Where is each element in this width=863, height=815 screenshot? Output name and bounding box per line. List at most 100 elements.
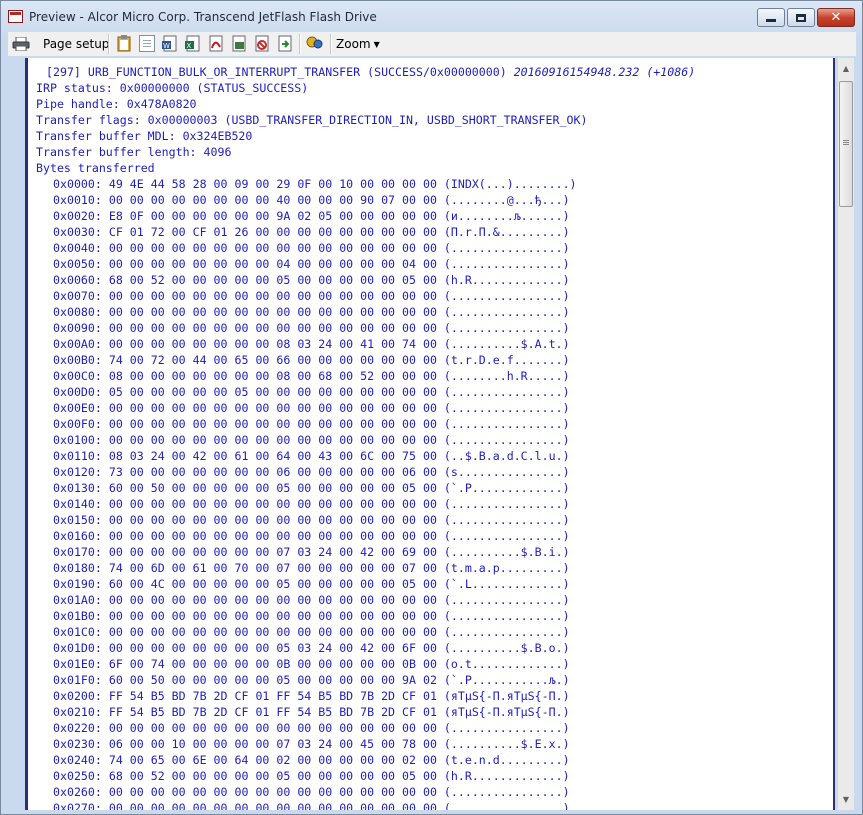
copy-icon[interactable] [139, 35, 155, 52]
hex-ascii: (`.P.............) [443, 481, 570, 495]
hex-row: 0x0150: 00 00 00 00 00 00 00 00 00 00 00… [53, 512, 570, 528]
hex-ascii: (................) [443, 721, 570, 735]
hex-address: 0x00A0: [53, 337, 102, 351]
hex-row: 0x0090: 00 00 00 00 00 00 00 00 00 00 00… [53, 320, 570, 336]
hex-row: 0x0000: 49 4E 44 58 28 00 09 00 29 0F 00… [53, 176, 577, 192]
excel-icon[interactable]: X [185, 35, 201, 52]
hex-bytes: 00 00 00 00 00 00 00 00 00 00 00 00 00 0… [108, 321, 437, 335]
hex-bytes: FF 54 B5 BD 7B 2D CF 01 FF 54 B5 BD 7B 2… [108, 689, 437, 703]
toolbar-separator [108, 34, 110, 54]
title-bar[interactable]: Preview - Alcor Micro Corp. Transcend Je… [1, 1, 862, 31]
printer-icon[interactable] [12, 36, 30, 52]
hex-row: 0x0030: CF 01 72 00 CF 01 26 00 00 00 00… [53, 224, 570, 240]
scroll-up-arrow-icon[interactable]: ▲ [838, 60, 854, 77]
hex-bytes: 00 00 00 00 00 00 00 00 00 00 00 00 00 0… [108, 593, 437, 607]
hex-address: 0x0010: [53, 193, 102, 207]
hex-row: 0x01F0: 60 00 50 00 00 00 00 00 05 00 00… [53, 672, 570, 688]
hex-bytes: 00 00 00 00 00 00 00 00 00 00 00 00 00 0… [108, 497, 437, 511]
hex-bytes: 49 4E 44 58 28 00 09 00 29 0F 00 10 00 0… [108, 177, 437, 191]
preview-content[interactable]: [297] URB_FUNCTION_BULK_OR_INTERRUPT_TRA… [25, 58, 835, 810]
hex-ascii: (................) [443, 241, 570, 255]
hex-bytes: 00 00 00 00 00 00 00 00 00 00 00 00 00 0… [108, 529, 437, 543]
page-setup-button[interactable]: Page setup [43, 37, 109, 51]
hex-bytes: 68 00 52 00 00 00 00 00 05 00 00 00 00 0… [108, 273, 437, 287]
hex-ascii: (................) [443, 289, 570, 303]
hex-ascii: (................) [443, 385, 570, 399]
zoom-dropdown[interactable]: Zoom ▼ [336, 37, 380, 51]
hex-bytes: 08 03 24 00 42 00 61 00 64 00 43 00 6C 0… [108, 449, 437, 463]
hex-bytes: 6F 00 74 00 00 00 00 00 0B 00 00 00 00 0… [108, 657, 437, 671]
hex-bytes: 05 00 00 00 00 00 05 00 00 00 00 00 00 0… [108, 385, 437, 399]
hex-bytes: 00 00 00 00 00 00 00 00 00 00 00 00 00 0… [108, 609, 437, 623]
html-icon[interactable] [254, 35, 270, 52]
maximize-button[interactable] [787, 8, 815, 27]
hex-bytes: 00 00 00 00 00 00 00 00 00 00 00 00 00 0… [108, 289, 437, 303]
hex-ascii: (........h.R.....) [443, 369, 570, 383]
hex-bytes: 00 00 00 00 00 00 00 00 00 00 00 00 00 0… [108, 785, 437, 799]
hex-bytes: FF 54 B5 BD 7B 2D CF 01 FF 54 B5 BD 7B 2… [108, 705, 437, 719]
hex-row: 0x0260: 00 00 00 00 00 00 00 00 00 00 00… [53, 784, 570, 800]
hex-bytes: 00 00 00 00 00 00 00 00 08 03 24 00 41 0… [108, 337, 437, 351]
hex-address: 0x0160: [53, 529, 102, 543]
close-icon: ✕ [830, 10, 842, 25]
options-icon[interactable] [305, 35, 325, 52]
transfer-buffer-length: Transfer buffer length: 4096 [36, 145, 232, 159]
hex-address: 0x0080: [53, 305, 102, 319]
hex-row: 0x0160: 00 00 00 00 00 00 00 00 00 00 00… [53, 528, 570, 544]
hex-row: 0x0190: 60 00 4C 00 00 00 00 00 05 00 00… [53, 576, 570, 592]
hex-ascii: (................) [443, 305, 570, 319]
scrollbar-thumb[interactable] [839, 81, 853, 207]
hex-bytes: 00 00 00 00 00 00 00 00 00 00 00 00 00 0… [108, 625, 437, 639]
hex-ascii: (................) [443, 625, 570, 639]
hex-ascii: (..........$.E.x.) [443, 737, 570, 751]
text-icon[interactable] [231, 35, 247, 52]
hex-bytes: 00 00 00 00 00 00 00 00 00 00 00 00 00 0… [108, 305, 437, 319]
hex-ascii: (П.r.П.&.........) [443, 225, 570, 239]
hex-address: 0x0200: [53, 689, 102, 703]
hex-ascii: (и........љ......) [443, 209, 570, 223]
export-icon[interactable] [277, 35, 293, 52]
hex-row: 0x0010: 00 00 00 00 00 00 00 00 40 00 00… [53, 192, 570, 208]
svg-text:X: X [187, 42, 192, 50]
pdf-icon[interactable] [208, 35, 224, 52]
scroll-down-arrow-icon[interactable]: ▼ [838, 791, 854, 808]
hex-ascii: (..........$.B.i.) [443, 545, 570, 559]
hex-address: 0x0230: [53, 737, 102, 751]
hex-bytes: 00 00 00 00 00 00 00 00 07 03 24 00 42 0… [108, 545, 437, 559]
hex-row: 0x00C0: 08 00 00 00 00 00 00 00 08 00 68… [53, 368, 570, 384]
window-title: Preview - Alcor Micro Corp. Transcend Je… [29, 10, 377, 24]
hex-ascii: (яTµЅ{-П.яTµЅ{-П.) [443, 705, 570, 719]
hex-address: 0x0220: [53, 721, 102, 735]
hex-row: 0x0100: 00 00 00 00 00 00 00 00 00 00 00… [53, 432, 570, 448]
hex-bytes: 00 00 00 00 00 00 00 00 05 03 24 00 42 0… [108, 641, 437, 655]
hex-row: 0x0240: 74 00 65 00 6E 00 64 00 02 00 00… [53, 752, 570, 768]
hex-bytes: 00 00 00 00 00 00 00 00 00 00 00 00 00 0… [108, 241, 437, 255]
toolbar: Page setup W X Zoom ▼ [8, 32, 856, 56]
hex-row: 0x0050: 00 00 00 00 00 00 00 00 04 00 00… [53, 256, 570, 272]
hex-address: 0x01C0: [53, 625, 102, 639]
hex-ascii: (яTµЅ{-П.яTµЅ{-П.) [443, 689, 570, 703]
hex-address: 0x0000: [53, 177, 102, 191]
hex-address: 0x0190: [53, 577, 102, 591]
request-status: (SUCCESS/0x00000000) [367, 65, 507, 79]
svg-text:W: W [163, 42, 170, 50]
toolbar-separator [330, 34, 332, 54]
minimize-button[interactable] [757, 8, 785, 27]
hex-bytes: 00 00 00 00 00 00 00 00 00 00 00 00 00 0… [108, 417, 437, 431]
hex-ascii: (t.e.n.d.........) [443, 753, 570, 767]
word-icon[interactable]: W [162, 35, 178, 52]
transfer-flags: Transfer flags: 0x00000003 (USBD_TRANSFE… [36, 113, 588, 127]
hex-row: 0x0200: FF 54 B5 BD 7B 2D CF 01 FF 54 B5… [53, 688, 570, 704]
hex-address: 0x00F0: [53, 417, 102, 431]
clipboard-icon[interactable] [116, 35, 132, 52]
vertical-scrollbar[interactable]: ▲ ▼ [837, 58, 854, 810]
hex-row: 0x0140: 00 00 00 00 00 00 00 00 00 00 00… [53, 496, 570, 512]
close-button[interactable]: ✕ [817, 8, 855, 27]
hex-bytes: 00 00 00 00 00 00 00 00 00 00 00 00 00 0… [108, 721, 437, 735]
hex-bytes: E8 0F 00 00 00 00 00 00 9A 02 05 00 00 0… [108, 209, 437, 223]
hex-address: 0x0250: [53, 769, 102, 783]
zoom-label: Zoom [336, 37, 371, 51]
hex-address: 0x0150: [53, 513, 102, 527]
hex-address: 0x0260: [53, 785, 102, 799]
hex-bytes: 00 00 00 00 00 00 00 00 40 00 00 00 90 0… [108, 193, 437, 207]
